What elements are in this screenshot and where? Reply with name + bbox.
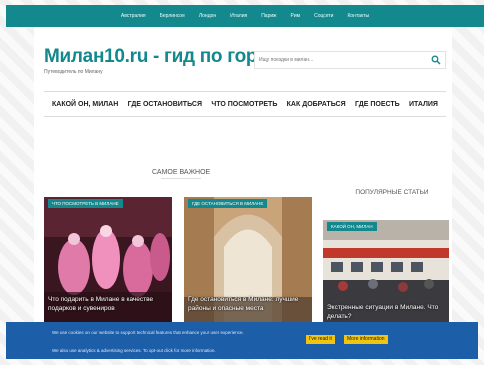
cookie-more-info-button[interactable]: More information bbox=[344, 335, 388, 344]
section-divider bbox=[161, 178, 202, 179]
article-card[interactable]: ГДЕ ОСТАНОВИТЬСЯ В МИЛАНЕ Где остановить… bbox=[184, 197, 312, 327]
topbar-link[interactable]: Париж bbox=[261, 13, 276, 19]
article-title[interactable]: Экстренные ситуации в Милане. Что делать… bbox=[327, 303, 445, 321]
search-input[interactable] bbox=[255, 52, 433, 68]
article-title[interactable]: Где остановиться в Милане: лучшие районы… bbox=[188, 295, 308, 313]
popular-article-card[interactable]: КАКОЙ ОН, МИЛАН Экстренные ситуации в Ми… bbox=[323, 220, 449, 327]
category-label[interactable]: ГДЕ ОСТАНОВИТЬСЯ В МИЛАНЕ bbox=[188, 199, 268, 208]
category-label[interactable]: КАКОЙ ОН, МИЛАН bbox=[327, 222, 377, 231]
article-title[interactable]: Что подарить в Милане в качестве подарко… bbox=[48, 295, 168, 313]
search-icon[interactable] bbox=[431, 55, 441, 65]
nav-item-how-to-get[interactable]: КАК ДОБРАТЬСЯ bbox=[287, 101, 346, 108]
nav-item-italy[interactable]: ИТАЛИЯ bbox=[409, 101, 438, 108]
nav-item-about-milan[interactable]: КАКОЙ ОН, МИЛАН bbox=[52, 101, 118, 108]
cookie-text: We use cookies on our website to support… bbox=[52, 330, 244, 335]
cookie-accept-button[interactable]: I've read it bbox=[306, 335, 335, 344]
topbar-link[interactable]: Рим bbox=[291, 13, 301, 19]
main-nav: КАКОЙ ОН, МИЛАН ГДЕ ОСТАНОВИТЬСЯ ЧТО ПОС… bbox=[44, 91, 446, 117]
topbar-link[interactable]: Соцсети bbox=[314, 13, 333, 19]
site-subtitle: Путеводитель по Милану bbox=[44, 69, 103, 75]
section-heading: САМОЕ ВАЖНОЕ bbox=[152, 169, 210, 179]
nav-item-what-to-see[interactable]: ЧТО ПОСМОТРЕТЬ bbox=[211, 101, 277, 108]
search-box bbox=[254, 51, 446, 69]
topbar-link[interactable]: Контакты bbox=[347, 13, 369, 19]
topbar-link[interactable]: Берлинсоe bbox=[160, 13, 185, 19]
cookie-banner: We use cookies on our website to support… bbox=[6, 322, 478, 359]
topbar-link[interactable]: Италия bbox=[230, 13, 247, 19]
section-heading-text: САМОЕ ВАЖНОЕ bbox=[152, 169, 211, 176]
topbar-link[interactable]: Лондон bbox=[199, 13, 216, 19]
topbar-link[interactable]: Австралия bbox=[121, 13, 146, 19]
category-label[interactable]: ЧТО ПОСМОТРЕТЬ В МИЛАНЕ bbox=[48, 199, 123, 208]
article-card[interactable]: ЧТО ПОСМОТРЕТЬ В МИЛАНЕ Что подарить в М… bbox=[44, 197, 172, 327]
page-container: Милан10.ru - гид по городу Путеводитель … bbox=[34, 27, 452, 327]
nav-item-where-to-eat[interactable]: ГДЕ ПОЕСТЬ bbox=[355, 101, 400, 108]
cookie-text-secondary: We also use analytics & advertising serv… bbox=[52, 348, 216, 353]
nav-item-where-to-stay[interactable]: ГДЕ ОСТАНОВИТЬСЯ bbox=[128, 101, 202, 108]
top-link-bar: Австралия Берлинсоe Лондон Италия Париж … bbox=[6, 5, 484, 27]
sidebar-heading: ПОПУЛЯРНЫЕ СТАТЬИ bbox=[355, 189, 429, 196]
